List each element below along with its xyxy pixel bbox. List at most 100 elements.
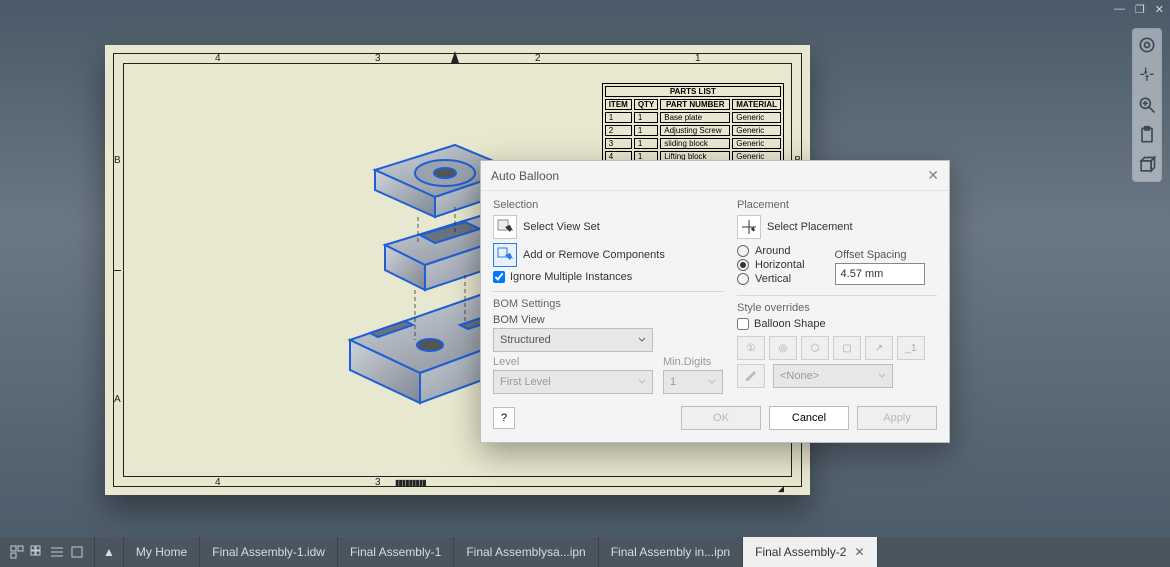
ruler-mark: A bbox=[114, 394, 121, 405]
viewcube-button[interactable] bbox=[1135, 153, 1159, 177]
table-cell: 1 bbox=[634, 112, 658, 123]
table-cell: 1 bbox=[605, 112, 632, 123]
navigation-toolbar bbox=[1132, 28, 1162, 182]
table-cell: Generic bbox=[732, 112, 781, 123]
auto-balloon-dialog: Auto Balloon ✕ Selection Select View Set… bbox=[480, 160, 950, 443]
maximize-button[interactable]: ❐ bbox=[1135, 3, 1145, 16]
bom-view-value: Structured bbox=[500, 334, 551, 346]
col-part-number: PART NUMBER bbox=[660, 99, 730, 110]
tab-label: Final Assembly-1.idw bbox=[212, 545, 325, 559]
balloon-shape-checkbox[interactable]: Balloon Shape bbox=[737, 318, 937, 330]
symbol-select: <None> bbox=[773, 364, 893, 388]
table-cell: 1 bbox=[634, 125, 658, 136]
view-list-icon[interactable] bbox=[50, 545, 64, 559]
dialog-titlebar[interactable]: Auto Balloon ✕ bbox=[481, 161, 949, 191]
apply-button: Apply bbox=[857, 406, 937, 430]
min-digits-label: Min.Digits bbox=[663, 356, 723, 368]
level-value: First Level bbox=[500, 376, 551, 388]
placement-around-radio[interactable]: Around bbox=[737, 245, 805, 257]
ruler-mark: 3 bbox=[375, 53, 381, 64]
level-label: Level bbox=[493, 356, 653, 368]
clipboard-button[interactable] bbox=[1135, 123, 1159, 147]
ignore-multiple-label: Ignore Multiple Instances bbox=[510, 271, 632, 283]
ignore-multiple-input[interactable] bbox=[493, 271, 505, 283]
bom-view-label: BOM View bbox=[493, 314, 723, 326]
view-grid-icon[interactable] bbox=[30, 545, 44, 559]
select-view-set-label: Select View Set bbox=[523, 221, 600, 233]
balloon-shape-input[interactable] bbox=[737, 318, 749, 330]
ruler-mark: 3 bbox=[375, 477, 381, 488]
table-cell: Generic bbox=[732, 125, 781, 136]
shape-underline: _1 bbox=[897, 336, 925, 360]
cancel-button[interactable]: Cancel bbox=[769, 406, 849, 430]
tab-label: Final Assembly-2 bbox=[755, 545, 846, 559]
balloon-shape-label: Balloon Shape bbox=[754, 318, 826, 330]
document-tab[interactable]: Final Assembly-1 bbox=[338, 537, 454, 567]
offset-spacing-label: Offset Spacing bbox=[835, 249, 925, 261]
document-tab[interactable]: Final Assembly in...ipn bbox=[599, 537, 743, 567]
minimize-button[interactable]: — bbox=[1114, 3, 1125, 15]
around-label: Around bbox=[755, 245, 790, 257]
zoom-button[interactable] bbox=[1135, 93, 1159, 117]
table-cell: Adjusting Screw bbox=[660, 125, 730, 136]
parts-list-table: PARTS LIST ITEM QTY PART NUMBER MATERIAL… bbox=[602, 83, 784, 165]
placement-horizontal-radio[interactable]: Horizontal bbox=[737, 259, 805, 271]
document-tab[interactable]: Final Assembly-2 ✕ bbox=[743, 537, 877, 567]
table-cell: sliding block bbox=[660, 138, 730, 149]
table-cell: 2 bbox=[605, 125, 632, 136]
corner-mark: ◣ bbox=[776, 487, 785, 492]
table-cell: 1 bbox=[634, 138, 658, 149]
document-tab[interactable]: My Home bbox=[124, 537, 200, 567]
selection-section-label: Selection bbox=[493, 199, 723, 211]
tab-menu-button[interactable]: ▲ bbox=[95, 537, 124, 567]
close-window-button[interactable]: ✕ bbox=[1155, 3, 1164, 16]
placement-vertical-radio[interactable]: Vertical bbox=[737, 273, 805, 285]
ruler-mark: 4 bbox=[215, 53, 221, 64]
home-view-button[interactable] bbox=[1135, 33, 1159, 57]
pan-button[interactable] bbox=[1135, 63, 1159, 87]
ruler-mark: 1 bbox=[695, 53, 701, 64]
view-single-icon[interactable] bbox=[70, 545, 84, 559]
min-digits-value: 1 bbox=[670, 376, 676, 388]
tab-label: Final Assemblysa...ipn bbox=[466, 545, 585, 559]
ruler-mark: 2 bbox=[535, 53, 541, 64]
col-qty: QTY bbox=[634, 99, 658, 110]
table-row: 31sliding blockGeneric bbox=[605, 138, 781, 149]
symbol-value: <None> bbox=[780, 370, 819, 382]
table-cell: Generic bbox=[732, 138, 781, 149]
ruler-mark: 4 bbox=[215, 477, 221, 488]
select-view-set-button[interactable] bbox=[493, 215, 517, 239]
shape-line: ↗ bbox=[865, 336, 893, 360]
dialog-close-button[interactable]: ✕ bbox=[927, 167, 939, 184]
ignore-multiple-checkbox[interactable]: Ignore Multiple Instances bbox=[493, 271, 723, 283]
shape-square: ▢ bbox=[833, 336, 861, 360]
document-tab-bar: ▲ My Home Final Assembly-1.idw Final Assem… bbox=[0, 537, 1170, 567]
ruler-mark: B bbox=[114, 155, 121, 166]
level-select: First Level bbox=[493, 370, 653, 394]
shape-double-circle: ◎ bbox=[769, 336, 797, 360]
tab-close-icon[interactable]: ✕ bbox=[854, 545, 864, 559]
add-remove-components-label: Add or Remove Components bbox=[523, 249, 665, 261]
document-tab[interactable]: Final Assemblysa...ipn bbox=[454, 537, 598, 567]
table-row: 11Base plateGeneric bbox=[605, 112, 781, 123]
table-cell: Base plate bbox=[660, 112, 730, 123]
horizontal-label: Horizontal bbox=[755, 259, 805, 271]
bom-view-select[interactable]: Structured bbox=[493, 328, 653, 352]
add-remove-components-button[interactable] bbox=[493, 243, 517, 267]
document-tab[interactable]: Final Assembly-1.idw bbox=[200, 537, 338, 567]
tab-label: Final Assembly in...ipn bbox=[611, 545, 730, 559]
select-placement-button[interactable] bbox=[737, 215, 761, 239]
vertical-label: Vertical bbox=[755, 273, 791, 285]
offset-spacing-input[interactable]: 4.57 mm bbox=[835, 263, 925, 285]
dialog-title-text: Auto Balloon bbox=[491, 169, 559, 183]
symbol-button bbox=[737, 364, 765, 388]
window-controls: — ❐ ✕ bbox=[1108, 0, 1170, 18]
col-item: ITEM bbox=[605, 99, 632, 110]
shape-circle: ① bbox=[737, 336, 765, 360]
view-tree-icon[interactable] bbox=[10, 545, 24, 559]
ok-button: OK bbox=[681, 406, 761, 430]
center-tick bbox=[113, 270, 121, 271]
help-button[interactable]: ? bbox=[493, 407, 515, 429]
col-material: MATERIAL bbox=[732, 99, 781, 110]
shape-hex: ⬡ bbox=[801, 336, 829, 360]
